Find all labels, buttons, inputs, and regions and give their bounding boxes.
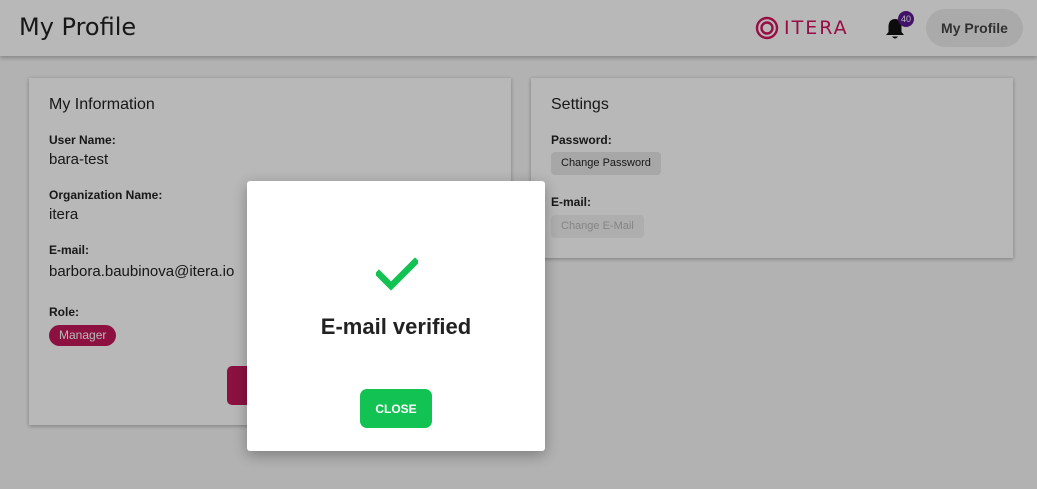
check-icon <box>376 257 418 291</box>
close-button[interactable]: CLOSE <box>360 389 432 428</box>
email-verified-dialog: E-mail verified CLOSE <box>247 181 545 451</box>
dialog-message: E-mail verified <box>320 314 472 339</box>
